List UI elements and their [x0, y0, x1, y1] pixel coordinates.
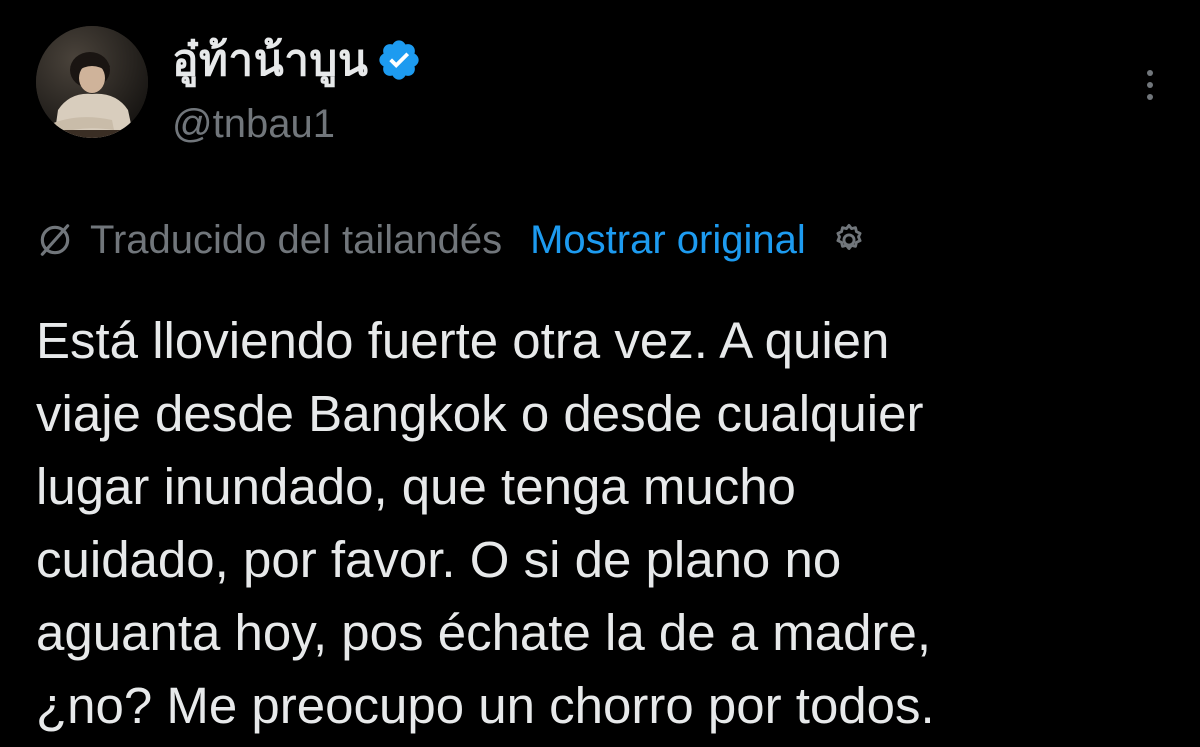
tweet-card: อู๋ท้าน้าบูน @tnbau1 Traducido del taila… — [0, 0, 1200, 747]
display-name-row: อู๋ท้าน้าบูน — [172, 30, 422, 90]
tweet-header: อู๋ท้าน้าบูน @tnbau1 — [36, 26, 422, 147]
handle[interactable]: @tnbau1 — [172, 102, 422, 147]
more-options-icon[interactable] — [1144, 70, 1156, 106]
author-names: อู๋ท้าน้าบูน @tnbau1 — [172, 30, 422, 147]
tweet-text: Está lloviendo fuerte otra vez. A quien … — [36, 312, 935, 734]
show-original-link[interactable]: Mostrar original — [530, 218, 806, 263]
display-name[interactable]: อู๋ท้าน้าบูน — [172, 25, 368, 95]
dot — [1147, 70, 1153, 76]
dot — [1147, 82, 1153, 88]
gear-icon[interactable] — [830, 221, 868, 259]
avatar-photo — [36, 26, 148, 138]
verified-badge-icon[interactable] — [376, 37, 422, 83]
translation-bar: Traducido del tailandés Mostrar original — [36, 212, 868, 268]
dot — [1147, 94, 1153, 100]
avatar[interactable] — [36, 26, 148, 138]
globe-slash-icon — [40, 224, 70, 256]
translated-from-label: Traducido del tailandés — [90, 217, 503, 262]
